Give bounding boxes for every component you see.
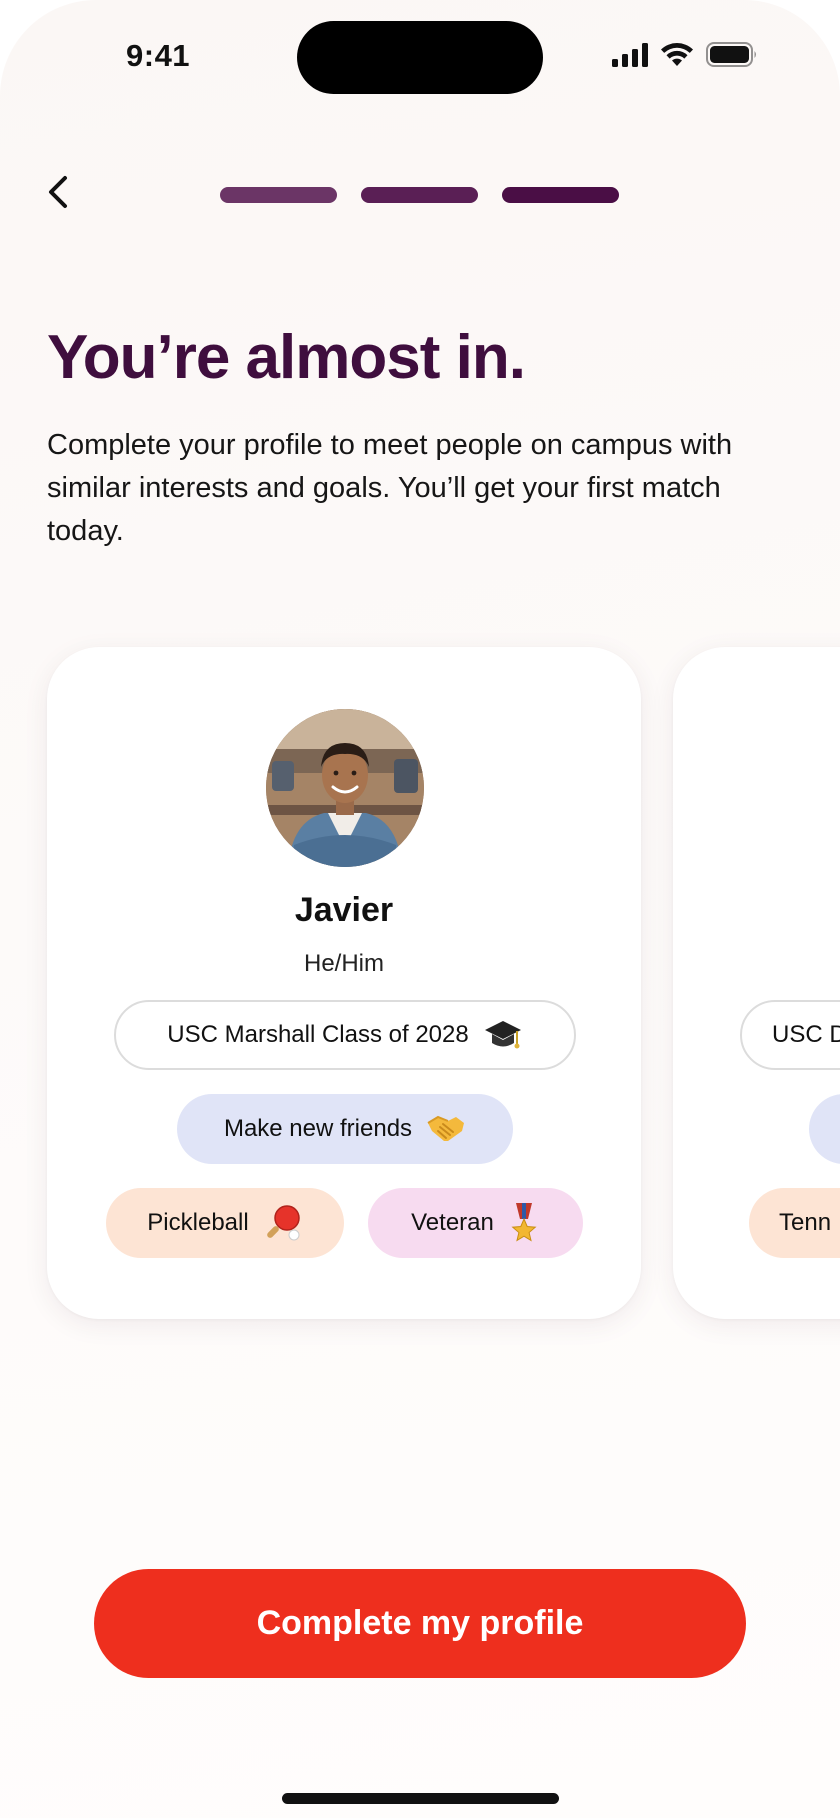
onboarding-progress	[220, 187, 619, 203]
progress-step-2	[361, 187, 478, 203]
goal-chip: Make new friends	[177, 1094, 513, 1164]
badge-chip: Veteran	[368, 1188, 583, 1258]
school-chip: USC Marshall Class of 2028	[114, 1000, 576, 1070]
dynamic-island	[297, 21, 543, 94]
cellular-signal-icon	[612, 42, 648, 72]
interest-chip-label: Pickleball	[147, 1209, 249, 1236]
progress-step-1	[220, 187, 337, 203]
interest-chip: Pickleball	[106, 1188, 344, 1258]
badge-chip-label: Veteran	[411, 1209, 494, 1236]
wifi-icon	[660, 42, 694, 72]
page-title: You’re almost in.	[47, 323, 526, 392]
page-subtitle: Complete your profile to meet people on …	[47, 429, 733, 547]
avatar	[266, 709, 424, 867]
paddle-icon	[263, 1203, 303, 1243]
home-indicator	[282, 1793, 559, 1804]
complete-profile-button[interactable]: Complete my profile	[94, 1569, 746, 1678]
school-chip-label: USC Marshall Class of 2028	[167, 1021, 469, 1048]
next-profile-card[interactable]: USC D Tenn	[673, 647, 840, 1319]
graduation-cap-icon	[483, 1017, 523, 1053]
next-interest-chip: Tenn	[749, 1188, 840, 1258]
next-goal-chip	[809, 1094, 840, 1164]
back-button[interactable]	[38, 172, 78, 216]
chevron-left-icon	[47, 175, 69, 214]
goal-chip-label: Make new friends	[223, 1115, 413, 1142]
profile-name: Javier	[294, 891, 394, 929]
profile-card[interactable]: Javier He/Him USC Marshall Class of 2028…	[47, 647, 641, 1319]
status-time: 9:41	[126, 38, 191, 73]
progress-step-3	[502, 187, 619, 203]
next-school-chip: USC D	[740, 1000, 840, 1070]
military-medal-icon	[508, 1203, 540, 1243]
status-icons	[612, 42, 758, 72]
phone-screen: 9:41 You’re almost in. Complete your pro…	[0, 0, 840, 1818]
battery-icon	[706, 42, 758, 72]
profile-pronouns: He/Him	[303, 950, 384, 977]
handshake-icon	[426, 1113, 466, 1145]
